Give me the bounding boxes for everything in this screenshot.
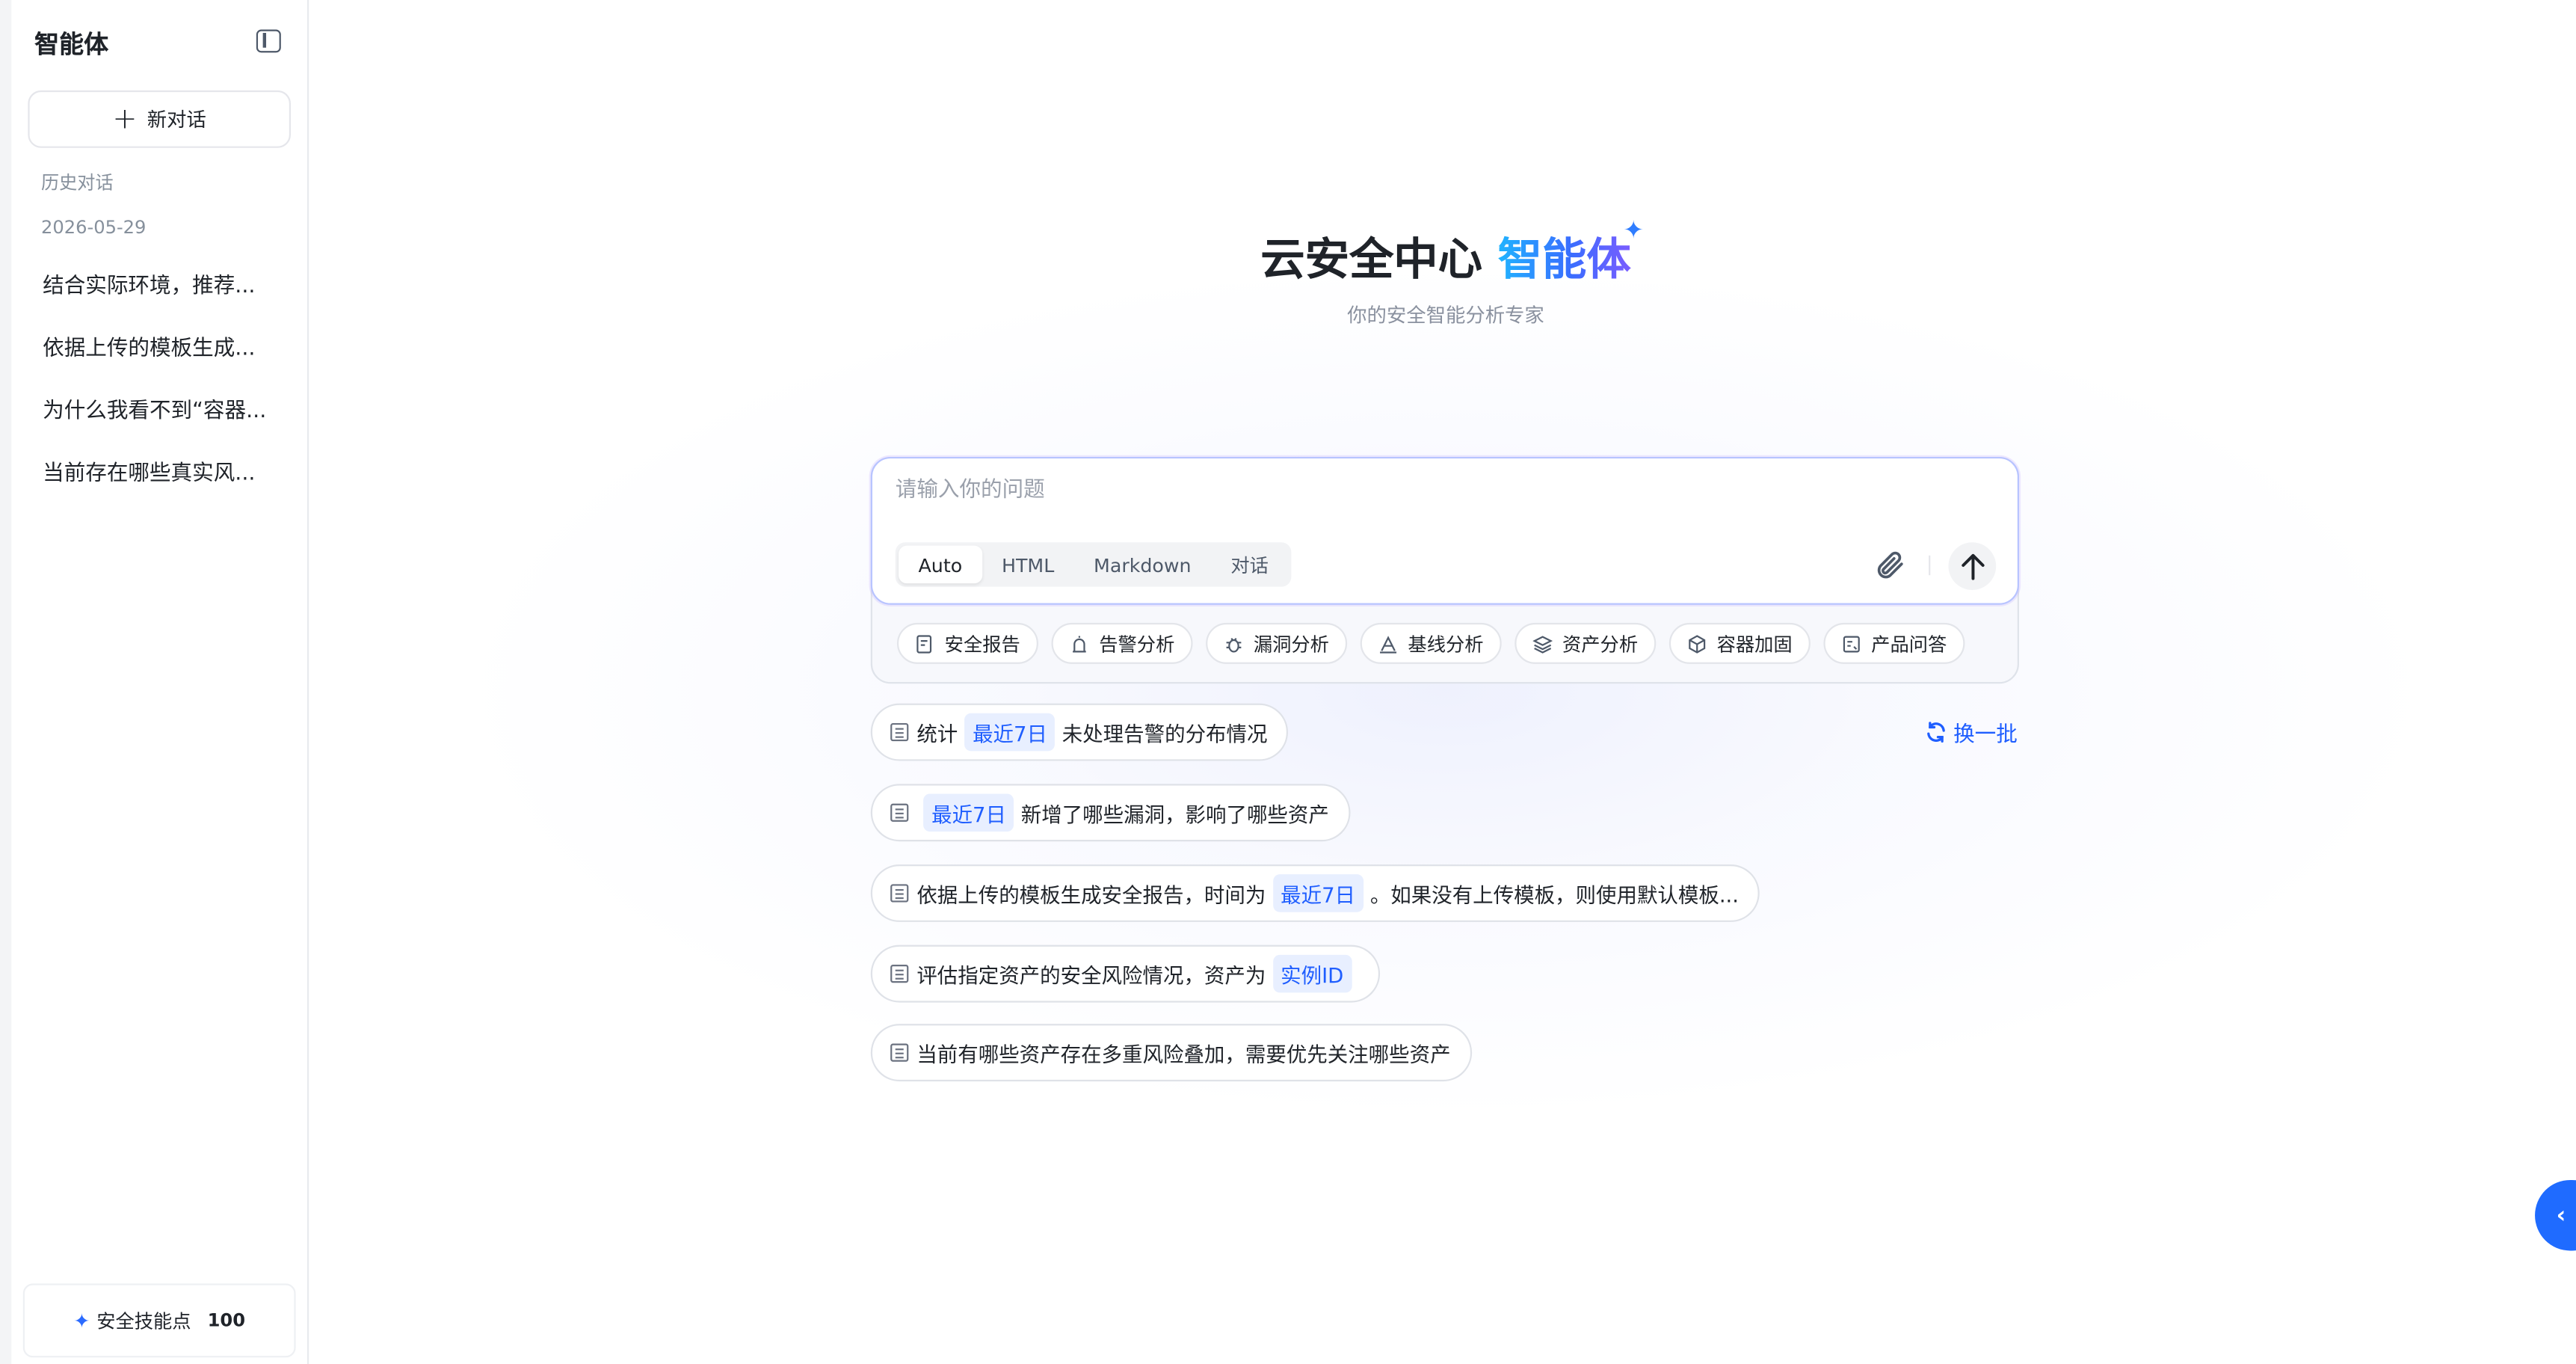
document-icon <box>890 803 909 822</box>
refresh-suggestions-button[interactable]: 换一批 <box>1926 716 2018 748</box>
hero-title-highlight: 智能体 <box>1497 235 1631 286</box>
new-chat-label: 新对话 <box>147 108 206 132</box>
chip-baseline-analysis[interactable]: 基线分析 <box>1360 622 1502 664</box>
baseline-icon <box>1380 635 1397 653</box>
document-icon <box>890 722 909 742</box>
chip-label: 漏洞分析 <box>1253 632 1329 655</box>
chip-label: 基线分析 <box>1408 632 1484 655</box>
history-item[interactable]: 依据上传的模板生成... <box>43 331 273 362</box>
chip-label: 资产分析 <box>1562 632 1639 655</box>
time-range-tag[interactable]: 最近7日 <box>1272 874 1364 912</box>
time-range-tag[interactable]: 最近7日 <box>964 713 1056 752</box>
alarm-icon <box>1073 635 1086 652</box>
sparkle-icon: ✦ <box>1623 215 1644 245</box>
chip-asset-analysis[interactable]: 资产分析 <box>1515 622 1657 664</box>
arrow-up-icon <box>1961 553 1984 580</box>
container-icon <box>1689 634 1706 653</box>
suggestion-item[interactable]: 评估指定资产的安全风险情况，资产为 实例ID <box>870 944 1380 1003</box>
refresh-label: 换一批 <box>1953 722 2018 748</box>
mode-html[interactable]: HTML <box>982 546 1074 584</box>
document-icon <box>890 965 909 983</box>
chip-security-report[interactable]: 安全报告 <box>896 622 1038 664</box>
send-button[interactable] <box>1948 542 1997 590</box>
suggestion-item[interactable]: 统计 最近7日 未处理告警的分布情况 <box>870 703 1289 761</box>
refresh-icon <box>1927 722 1945 743</box>
suggestion-item[interactable]: 依据上传的模板生成安全报告，时间为 最近7日 。如果没有上传模板，则使用默认模板… <box>870 864 1760 922</box>
time-range-tag[interactable]: 最近7日 <box>923 793 1014 832</box>
question-input[interactable] <box>895 478 1816 503</box>
layers-icon <box>1532 635 1553 653</box>
chip-label: 产品问答 <box>1871 632 1947 655</box>
history-section-label: 历史对话 <box>40 172 114 194</box>
hero-subtitle: 你的安全智能分析专家 <box>1347 304 1544 328</box>
suggestion-text: 。如果没有上传模板，则使用默认模板... <box>1369 882 1740 908</box>
suggestion-item[interactable]: 最近7日 新增了哪些漏洞，影响了哪些资产 <box>870 784 1351 842</box>
history-item[interactable]: 为什么我看不到“容器... <box>43 393 273 424</box>
left-gutter <box>0 0 12 1364</box>
chip-product-qa[interactable]: 产品问答 <box>1823 622 1965 664</box>
qa-icon <box>1843 635 1860 652</box>
composer-box: Auto HTML Markdown 对话 <box>870 456 2019 605</box>
instance-id-tag[interactable]: 实例ID <box>1272 954 1352 993</box>
plus-icon: + <box>112 101 138 136</box>
document-icon <box>890 1043 909 1062</box>
mode-auto[interactable]: Auto <box>899 545 982 584</box>
suggestion-text: 未处理告警的分布情况 <box>1061 721 1268 746</box>
sidebar: 智能体 + 新对话 历史对话 2026-05-29 结合实际环境，推荐... 依… <box>11 0 309 1364</box>
hero-title: 云安全中心 智能体 <box>0 224 2576 288</box>
mode-dialog[interactable]: 对话 <box>1211 546 1288 584</box>
sidebar-collapse-icon[interactable] <box>256 29 281 53</box>
attach-paperclip-icon[interactable] <box>1873 549 1905 582</box>
chip-container-hardening[interactable]: 容器加固 <box>1668 622 1811 664</box>
suggestion-text: 当前有哪些资产存在多重风险叠加，需要优先关注哪些资产 <box>916 1042 1451 1067</box>
skill-chip-row: 安全报告 告警分析 漏洞分析 基线分析 资产分析 容器加固 产品问答 <box>896 622 1965 664</box>
chip-vuln-analysis[interactable]: 漏洞分析 <box>1206 622 1348 664</box>
chip-label: 告警分析 <box>1099 632 1175 655</box>
chip-alert-analysis[interactable]: 告警分析 <box>1051 622 1193 664</box>
chevron-left-icon: ‹ <box>2556 1202 2566 1229</box>
app-root: 智能体 + 新对话 历史对话 2026-05-29 结合实际环境，推荐... 依… <box>0 0 2576 1364</box>
mode-markdown[interactable]: Markdown <box>1074 546 1211 584</box>
suggestion-text: 统计 <box>916 721 958 746</box>
suggestion-text: 依据上传的模板生成安全报告，时间为 <box>916 882 1266 908</box>
skill-points-panel[interactable]: ✦ 安全技能点 100 <box>22 1283 296 1358</box>
skill-points-label: 安全技能点 <box>96 1309 191 1333</box>
divider <box>1929 555 1931 576</box>
new-chat-button[interactable]: + 新对话 <box>28 90 291 148</box>
hero-title-prefix: 云安全中心 <box>1260 235 1482 286</box>
suggestion-text: 新增了哪些漏洞，影响了哪些资产 <box>1020 802 1329 827</box>
bug-icon <box>1226 636 1242 652</box>
sidebar-title: 智能体 <box>34 29 109 60</box>
output-mode-selector: Auto HTML Markdown 对话 <box>895 542 1292 587</box>
suggestion-text: 评估指定资产的安全风险情况，资产为 <box>916 962 1266 988</box>
chip-label: 安全报告 <box>944 632 1020 655</box>
skill-points-value: 100 <box>207 1309 246 1332</box>
chip-label: 容器加固 <box>1716 632 1793 655</box>
report-edit-icon <box>916 634 932 653</box>
document-icon <box>890 884 909 903</box>
sparkle-icon: ✦ <box>73 1309 90 1333</box>
suggestion-item[interactable]: 当前有哪些资产存在多重风险叠加，需要优先关注哪些资产 <box>870 1024 1473 1082</box>
history-item[interactable]: 当前存在哪些真实风... <box>43 455 273 487</box>
